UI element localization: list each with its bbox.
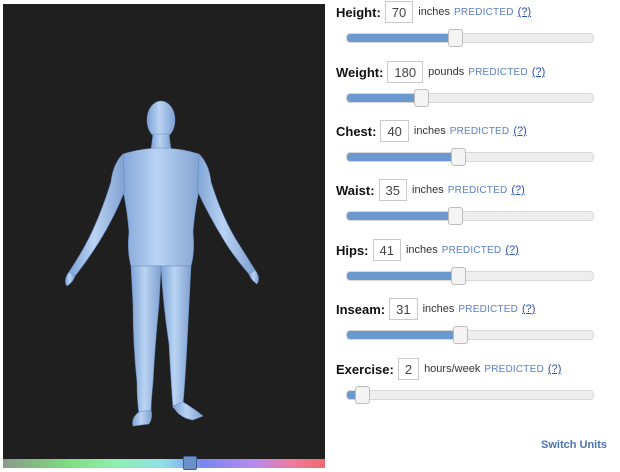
inseam-label: Inseam: bbox=[336, 301, 386, 317]
body-model-figure bbox=[65, 100, 259, 427]
waist-unit: inches bbox=[412, 184, 444, 196]
height-predicted-tag: PREDICTED bbox=[454, 6, 514, 18]
weight-slider-thumb[interactable] bbox=[414, 89, 429, 107]
chest-unit: inches bbox=[413, 125, 446, 137]
hips-slider[interactable] bbox=[346, 267, 594, 285]
exercise-slider[interactable] bbox=[346, 386, 594, 404]
hips-field: Hips: 41 inches PREDICTED (?) bbox=[336, 238, 606, 296]
waist-slider-fill bbox=[347, 212, 455, 220]
inseam-help-link[interactable]: (?) bbox=[522, 303, 535, 315]
chest-slider-thumb[interactable] bbox=[451, 148, 466, 166]
waist-input[interactable]: 35 bbox=[378, 179, 407, 201]
weight-slider[interactable] bbox=[346, 89, 594, 107]
waist-label: Waist: bbox=[336, 182, 375, 198]
chest-input[interactable]: 40 bbox=[380, 120, 409, 142]
inseam-input[interactable]: 31 bbox=[389, 298, 418, 320]
inseam-field: Inseam: 31 inches PREDICTED (?) bbox=[336, 297, 606, 355]
exercise-predicted-tag: PREDICTED bbox=[484, 363, 544, 375]
switch-units-link[interactable]: Switch Units bbox=[541, 439, 607, 451]
exercise-unit: hours/week bbox=[424, 363, 481, 375]
height-input[interactable]: 70 bbox=[384, 1, 414, 23]
waist-help-link[interactable]: (?) bbox=[511, 184, 524, 196]
height-field: Height: 70 inches PREDICTED (?) bbox=[336, 0, 606, 58]
color-scale-strip[interactable] bbox=[3, 459, 325, 468]
weight-input[interactable]: 180 bbox=[387, 61, 424, 83]
hips-predicted-tag: PREDICTED bbox=[441, 244, 502, 256]
waist-slider[interactable] bbox=[346, 207, 594, 225]
hips-input[interactable]: 41 bbox=[372, 239, 401, 261]
inseam-predicted-tag: PREDICTED bbox=[458, 303, 518, 315]
chest-slider[interactable] bbox=[346, 148, 594, 166]
height-unit: inches bbox=[418, 6, 451, 18]
waist-field: Waist: 35 inches PREDICTED (?) bbox=[336, 178, 606, 236]
weight-field: Weight: 180 pounds PREDICTED (?) bbox=[336, 60, 606, 118]
hips-help-link[interactable]: (?) bbox=[505, 244, 518, 256]
weight-label: Weight: bbox=[336, 64, 384, 80]
chest-label: Chest: bbox=[336, 123, 377, 139]
inseam-unit: inches bbox=[422, 303, 455, 315]
hips-slider-thumb[interactable] bbox=[451, 267, 466, 285]
hips-unit: inches bbox=[405, 244, 438, 256]
exercise-help-link[interactable]: (?) bbox=[548, 363, 561, 375]
weight-help-link[interactable]: (?) bbox=[532, 66, 545, 78]
chest-slider-fill bbox=[347, 153, 458, 161]
inseam-slider[interactable] bbox=[346, 326, 594, 344]
height-label: Height: bbox=[336, 4, 381, 20]
height-help-link[interactable]: (?) bbox=[518, 6, 531, 18]
hips-slider-fill bbox=[347, 272, 458, 280]
chest-help-link[interactable]: (?) bbox=[513, 125, 526, 137]
waist-slider-thumb[interactable] bbox=[448, 207, 463, 225]
exercise-field: Exercise: 2 hours/week PREDICTED (?) bbox=[336, 357, 606, 415]
height-slider[interactable] bbox=[346, 29, 594, 47]
weight-predicted-tag: PREDICTED bbox=[468, 66, 528, 78]
weight-slider-fill bbox=[347, 94, 421, 102]
height-slider-fill bbox=[347, 34, 455, 42]
exercise-input[interactable]: 2 bbox=[397, 358, 420, 380]
height-slider-thumb[interactable] bbox=[448, 29, 463, 47]
chest-predicted-tag: PREDICTED bbox=[449, 125, 510, 137]
chest-field: Chest: 40 inches PREDICTED (?) bbox=[336, 119, 606, 177]
inseam-slider-thumb[interactable] bbox=[453, 326, 468, 344]
color-scale-handle[interactable] bbox=[183, 456, 197, 470]
exercise-slider-thumb[interactable] bbox=[355, 386, 370, 404]
body-model-viewer[interactable] bbox=[3, 4, 325, 459]
waist-predicted-tag: PREDICTED bbox=[447, 184, 508, 196]
exercise-label: Exercise: bbox=[336, 361, 394, 377]
inseam-slider-fill bbox=[347, 331, 460, 339]
weight-unit: pounds bbox=[428, 66, 465, 78]
hips-label: Hips: bbox=[336, 242, 369, 258]
